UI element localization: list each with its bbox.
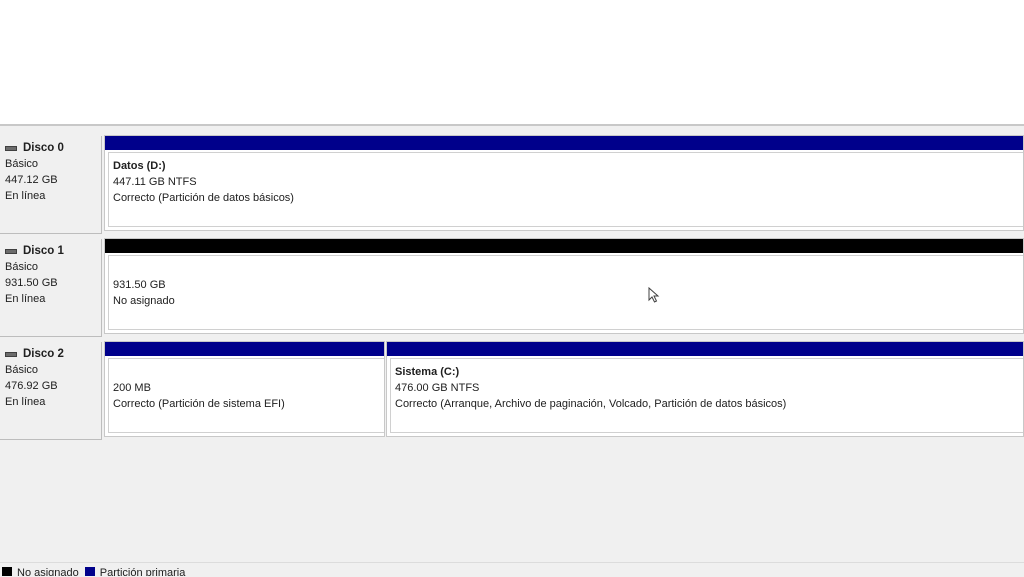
disk-name: Disco 2 bbox=[23, 348, 64, 360]
disk-graphical-view: Disco 0 Básico 447.12 GB En línea Datos … bbox=[0, 124, 1024, 577]
disk-row-2: Disco 2 Básico 476.92 GB En línea 200 MB… bbox=[0, 338, 1024, 441]
partition-type-bar bbox=[387, 342, 1023, 356]
partition-status: Correcto (Partición de sistema EFI) bbox=[113, 398, 285, 410]
disk-status: En línea bbox=[5, 190, 46, 202]
disk-size: 447.12 GB bbox=[5, 174, 58, 186]
partition-status: Correcto (Partición de datos básicos) bbox=[113, 192, 294, 204]
partition-size: 200 MB bbox=[113, 382, 151, 394]
disk-name: Disco 1 bbox=[23, 245, 64, 257]
disk-drive-icon bbox=[5, 351, 17, 357]
partition-label: Datos (D:) bbox=[113, 160, 166, 172]
mouse-pointer-icon bbox=[648, 287, 660, 303]
partition-status: Correcto (Arranque, Archivo de paginació… bbox=[395, 398, 787, 410]
partition-label bbox=[113, 261, 1023, 277]
disk-type: Básico bbox=[5, 364, 39, 376]
blank-upper-area bbox=[0, 0, 1024, 124]
disk-type: Básico bbox=[5, 158, 39, 170]
disk-info-0[interactable]: Disco 0 Básico 447.12 GB En línea bbox=[0, 136, 102, 234]
disk-drive-icon bbox=[5, 145, 17, 151]
partition-size: 447.11 GB NTFS bbox=[113, 176, 197, 188]
partition-size: 931.50 GB bbox=[113, 279, 166, 291]
partition-label bbox=[113, 364, 384, 380]
legend-item-unallocated: No asignado bbox=[2, 563, 79, 576]
disk-drive-icon bbox=[5, 248, 17, 254]
disk-row-0: Disco 0 Básico 447.12 GB En línea Datos … bbox=[0, 132, 1024, 235]
legend-item-primary: Partición primaria bbox=[84, 563, 186, 576]
partition-datos-d[interactable]: Datos (D:) 447.11 GB NTFS Correcto (Part… bbox=[104, 135, 1024, 231]
disk-info-2[interactable]: Disco 2 Básico 476.92 GB En línea bbox=[0, 342, 102, 440]
partition-label: Sistema (C:) bbox=[395, 366, 460, 378]
partition-type-bar bbox=[105, 342, 384, 356]
disk-type: Básico bbox=[5, 261, 39, 273]
partition-efi[interactable]: 200 MB Correcto (Partición de sistema EF… bbox=[104, 341, 385, 437]
partition-size: 476.00 GB NTFS bbox=[395, 382, 480, 394]
partition-sistema-c[interactable]: Sistema (C:) 476.00 GB NTFS Correcto (Ar… bbox=[386, 341, 1024, 437]
disk-name: Disco 0 bbox=[23, 142, 64, 154]
legend-label: Partición primaria bbox=[99, 567, 186, 576]
disk-status: En línea bbox=[5, 396, 46, 408]
disk-size: 931.50 GB bbox=[5, 277, 58, 289]
partition-status: No asignado bbox=[113, 295, 175, 307]
disk-status: En línea bbox=[5, 293, 46, 305]
disk-row-1: Disco 1 Básico 931.50 GB En línea 931.50… bbox=[0, 235, 1024, 338]
disk-size: 476.92 GB bbox=[5, 380, 58, 392]
disk-info-1[interactable]: Disco 1 Básico 931.50 GB En línea bbox=[0, 239, 102, 337]
legend-bar: No asignado Partición primaria bbox=[0, 562, 1024, 576]
legend-label: No asignado bbox=[17, 567, 79, 576]
partition-type-bar bbox=[105, 239, 1023, 253]
partition-type-bar bbox=[105, 136, 1023, 150]
partition-unallocated[interactable]: 931.50 GB No asignado bbox=[104, 238, 1024, 334]
